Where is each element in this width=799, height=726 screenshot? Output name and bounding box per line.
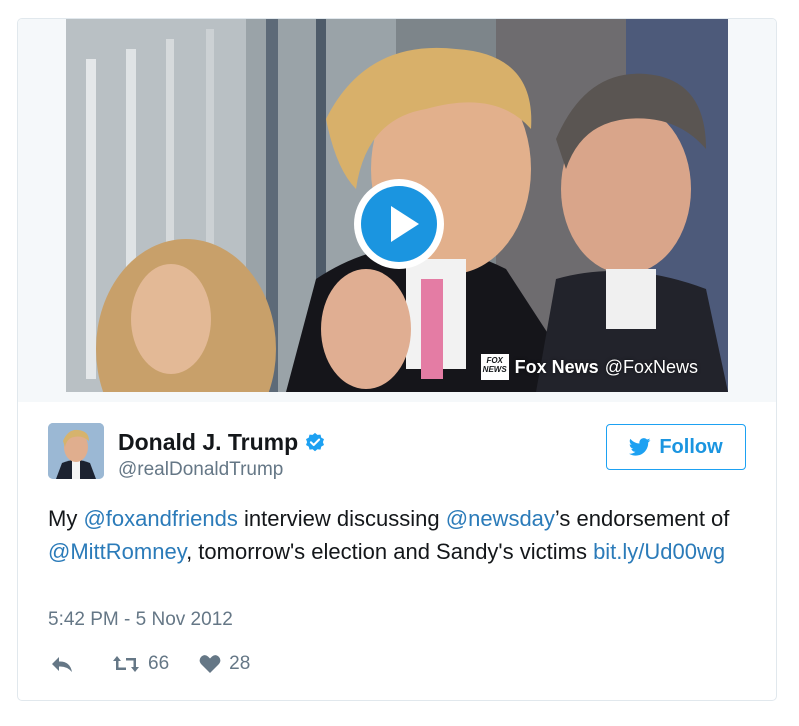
user-name-text: Donald J. Trump bbox=[118, 429, 299, 455]
tweet-card: FOX NEWS Fox News @FoxNews Donald J. Trum… bbox=[17, 18, 777, 701]
retweet-button[interactable]: 66 bbox=[112, 653, 169, 675]
tweet-timestamp[interactable]: 5:42 PM - 5 Nov 2012 bbox=[48, 609, 233, 631]
media-container: FOX NEWS Fox News @FoxNews bbox=[18, 19, 776, 402]
twitter-bird-icon bbox=[629, 438, 651, 456]
mention-foxandfriends[interactable]: @foxandfriends bbox=[83, 506, 237, 531]
verified-badge-icon bbox=[306, 432, 325, 451]
source-name: Fox News bbox=[514, 356, 599, 377]
play-button[interactable] bbox=[354, 179, 444, 269]
tweet-text-segment: My bbox=[48, 506, 84, 531]
tweet-text-segment: , tomorrow's election and Sandy's victim… bbox=[186, 539, 594, 564]
user-handle[interactable]: @realDonaldTrump bbox=[118, 459, 283, 481]
reply-icon bbox=[52, 657, 72, 672]
source-handle: @FoxNews bbox=[604, 356, 698, 377]
user-name[interactable]: Donald J. Trump bbox=[118, 429, 326, 456]
tweet-text-segment: interview discussing bbox=[237, 506, 446, 531]
like-count: 28 bbox=[229, 653, 251, 674]
mention-newsday[interactable]: @newsday bbox=[446, 506, 555, 531]
mention-mittromney[interactable]: @MittRomney bbox=[48, 539, 186, 564]
avatar[interactable] bbox=[48, 423, 104, 479]
play-icon bbox=[361, 186, 437, 262]
like-button[interactable]: 28 bbox=[199, 653, 250, 675]
tweet-header: Donald J. Trump @realDonaldTrump Follow bbox=[48, 423, 746, 483]
tweet-text-segment: ’s endorsement of bbox=[554, 506, 730, 531]
retweet-count: 66 bbox=[148, 653, 170, 674]
follow-label: Follow bbox=[659, 435, 723, 458]
tweet-text: My @foxandfriends interview discussing @… bbox=[48, 502, 758, 568]
reply-button[interactable] bbox=[50, 654, 82, 674]
tweet-link[interactable]: bit.ly/Ud00wg bbox=[593, 539, 725, 564]
retweet-icon bbox=[113, 656, 139, 672]
follow-button[interactable]: Follow bbox=[606, 424, 746, 470]
video-attribution[interactable]: FOX NEWS Fox News @FoxNews bbox=[480, 354, 698, 380]
fox-news-logo: FOX NEWS bbox=[480, 354, 509, 380]
tweet-actions: 66 28 bbox=[50, 653, 280, 675]
avatar-image bbox=[48, 423, 104, 479]
video-thumbnail[interactable]: FOX NEWS Fox News @FoxNews bbox=[66, 19, 728, 392]
heart-icon bbox=[199, 655, 221, 673]
